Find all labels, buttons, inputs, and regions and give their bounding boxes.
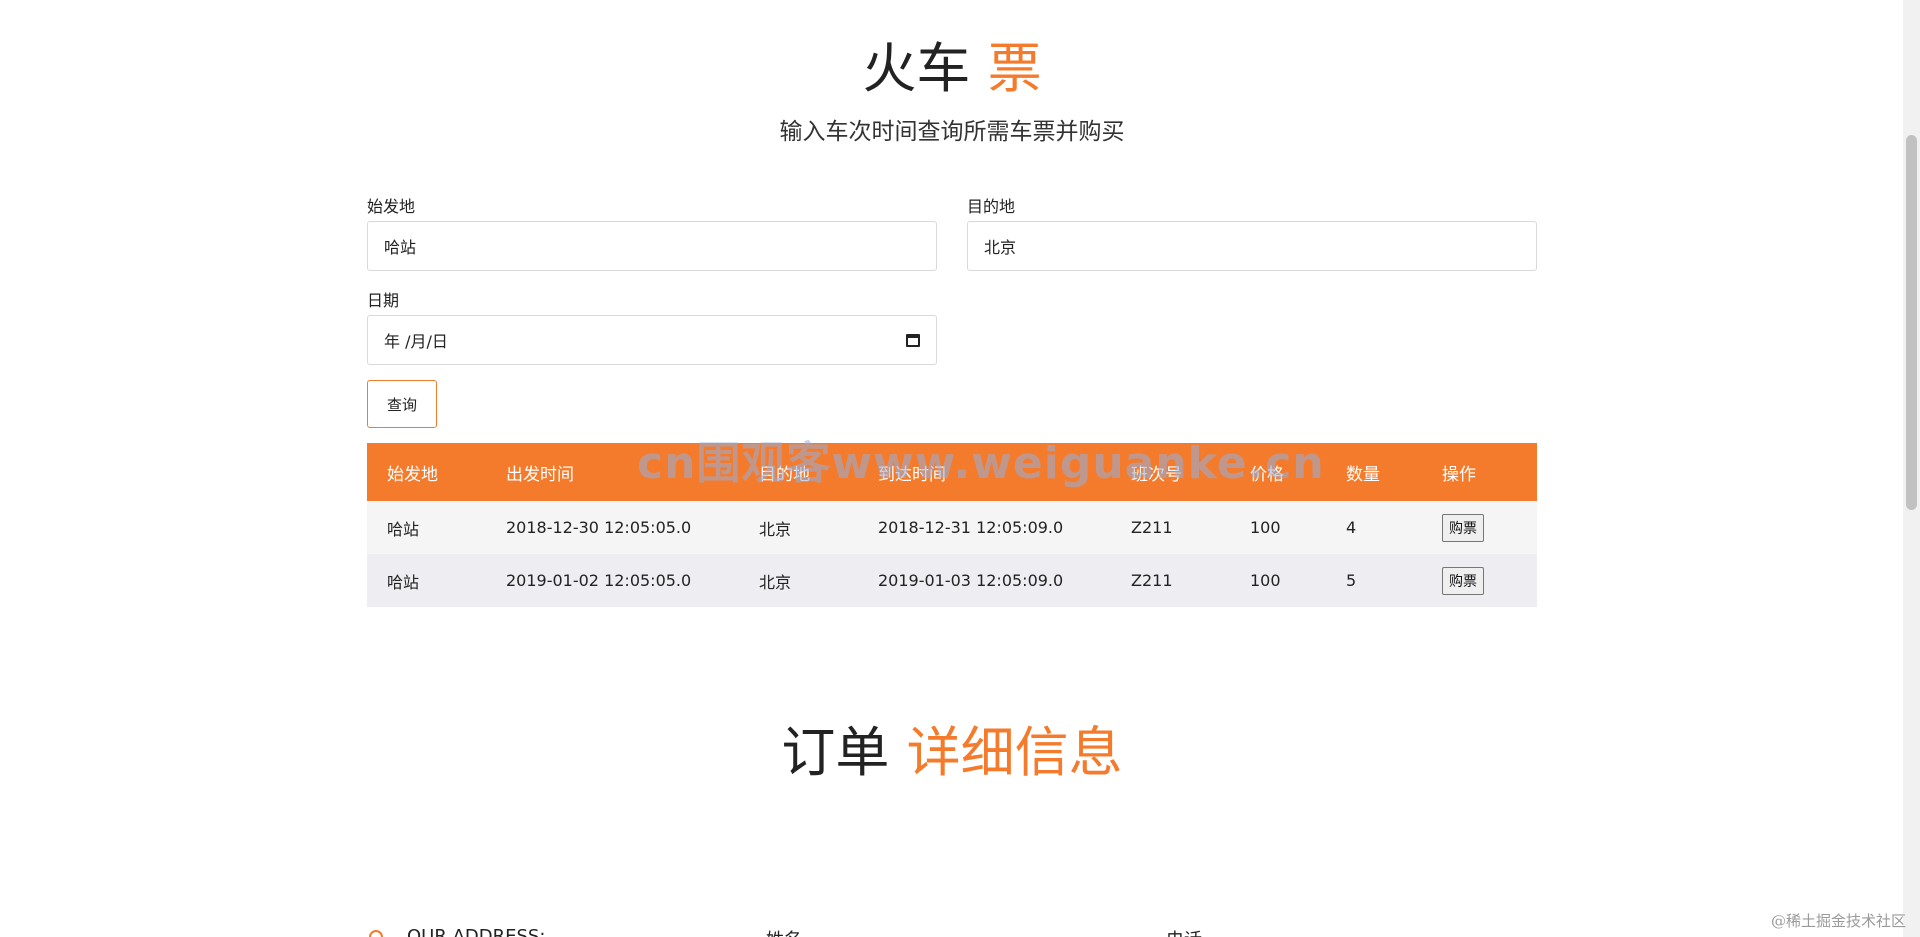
cell-train-no: Z211 [1111,501,1230,554]
name-label: 姓名 [766,926,802,937]
search-button[interactable]: 查询 [367,380,437,428]
cell-depart-time: 2018-12-30 12:05:05.0 [486,501,739,554]
phone-label: 电话 [1166,926,1202,937]
header-origin: 始发地 [367,443,486,501]
page: 火车 票 输入车次时间查询所需车票并购买 始发地 哈站 目的地 北京 日期 年 … [0,0,1920,937]
order-title: 订单 详细信息 [367,726,1537,780]
header-destination: 目的地 [739,443,858,501]
origin-input-value: 哈站 [384,238,417,257]
page-title-main: 火车 [862,37,971,100]
cell-price: 100 [1230,501,1326,554]
cell-depart-time: 2019-01-02 12:05:05.0 [486,554,739,607]
cell-arrive-time: 2018-12-31 12:05:09.0 [858,501,1111,554]
page-subtitle: 输入车次时间查询所需车票并购买 [779,119,1125,145]
order-title-accent: 详细信息 [906,721,1123,784]
date-label: 日期 [367,291,400,310]
destination-input[interactable]: 北京 [967,221,1537,271]
origin-input[interactable]: 哈站 [367,221,937,271]
cell-quantity: 5 [1326,554,1422,607]
page-title-accent: 票 [987,37,1042,100]
header-depart-time: 出发时间 [486,443,739,501]
cell-quantity: 4 [1326,501,1422,554]
header-action: 操作 [1422,443,1537,501]
cell-action: 购票 [1422,554,1537,607]
origin-label: 始发地 [367,197,416,216]
ticket-table: 始发地 出发时间 目的地 到达时间 班次号 价格 数量 操作 哈站 2018-1… [367,443,1537,607]
destination-label: 目的地 [967,197,1016,216]
date-input-placeholder: 年 /月/日 [384,332,448,351]
table-row: 哈站 2019-01-02 12:05:05.0 北京 2019-01-03 1… [367,554,1537,607]
header-train-no: 班次号 [1111,443,1230,501]
destination-input-value: 北京 [984,238,1017,257]
cell-train-no: Z211 [1111,554,1230,607]
cell-origin: 哈站 [367,501,486,554]
calendar-icon[interactable] [906,333,920,347]
location-icon [369,930,383,937]
buy-ticket-button[interactable]: 购票 [1442,513,1484,542]
cell-price: 100 [1230,554,1326,607]
cell-destination: 北京 [739,501,858,554]
table-row: 哈站 2018-12-30 12:05:05.0 北京 2018-12-31 1… [367,501,1537,554]
address-label: OUR ADDRESS: [407,926,546,937]
order-info-row: OUR ADDRESS: 姓名 电话 [367,926,1537,937]
cell-arrive-time: 2019-01-03 12:05:09.0 [858,554,1111,607]
vertical-scrollbar[interactable] [1903,0,1920,937]
header-arrive-time: 到达时间 [858,443,1111,501]
header-price: 价格 [1230,443,1326,501]
scrollbar-thumb[interactable] [1906,135,1917,510]
header-quantity: 数量 [1326,443,1422,501]
buy-ticket-button[interactable]: 购票 [1442,566,1484,595]
date-input[interactable]: 年 /月/日 [367,315,937,365]
cell-action: 购票 [1422,501,1537,554]
page-title: 火车 票 [367,42,1537,96]
table-header-row: 始发地 出发时间 目的地 到达时间 班次号 价格 数量 操作 [367,443,1537,501]
order-title-main: 订单 [781,721,890,784]
corner-credit: @稀土掘金技术社区 [1770,912,1906,930]
cell-origin: 哈站 [367,554,486,607]
cell-destination: 北京 [739,554,858,607]
